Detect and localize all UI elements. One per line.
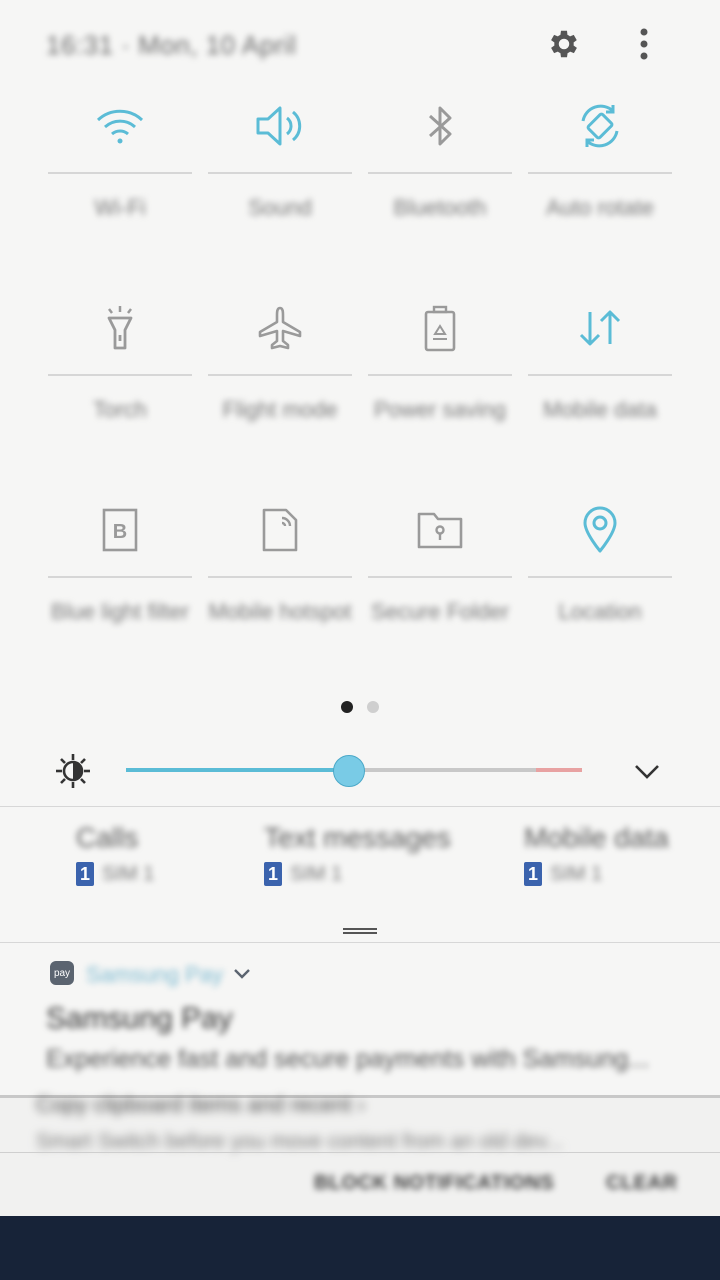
wifi-icon: [48, 90, 192, 162]
torch-icon: [48, 292, 192, 364]
brightness-slider-fill: [126, 768, 349, 772]
notification-text[interactable]: Experience fast and secure payments with…: [46, 1045, 649, 1074]
quick-panel-header: 16:31 · Mon, 10 April: [0, 0, 720, 90]
brightness-slider-thumb[interactable]: [333, 755, 365, 787]
volume-icon: [208, 90, 352, 162]
samsung-pay-app-icon: pay: [50, 961, 74, 985]
second-notification-text[interactable]: Smart Switch before you move content fro…: [36, 1130, 563, 1154]
sim-setting-title: Mobile data: [524, 822, 669, 853]
second-notification-title[interactable]: Copy clipboard items and recent ›: [36, 1092, 365, 1118]
navigation-bar: [0, 1216, 720, 1280]
airplane-icon: [208, 292, 352, 364]
auto-rotate-icon: [528, 90, 672, 162]
notification-title[interactable]: Samsung Pay: [46, 1002, 233, 1036]
notification-app-name: Samsung Pay: [86, 962, 223, 987]
gear-icon[interactable]: [542, 22, 586, 66]
sim-name: SIM 1: [290, 862, 343, 885]
tile-label: Location: [558, 599, 642, 624]
tile-label: Blue light filter: [50, 599, 190, 624]
tile-label: Mobile hotspot: [208, 599, 352, 624]
secure-folder-icon: [368, 494, 512, 566]
sim-card-icon: 1: [264, 862, 282, 886]
more-vert-icon[interactable]: [622, 22, 666, 66]
block-notifications-button[interactable]: BLOCK NOTIFICATIONS: [314, 1172, 554, 1195]
divider: [0, 942, 720, 943]
page-indicator-dot[interactable]: [367, 701, 379, 713]
divider: [0, 1152, 720, 1153]
data-arrows-icon: [528, 292, 672, 364]
page-indicator-dot-active: [341, 701, 353, 713]
tile-label: Secure Folder: [370, 599, 510, 624]
battery-recycle-icon: [368, 292, 512, 364]
divider: [0, 806, 720, 807]
sim-setting-title: Text messages: [264, 822, 451, 853]
sim-name: SIM 1: [102, 862, 155, 885]
svg-text:B: B: [113, 521, 127, 543]
sim-card-icon: 1: [76, 862, 94, 886]
location-pin-icon: [528, 494, 672, 566]
brightness-icon: [54, 752, 92, 790]
chevron-down-icon[interactable]: [630, 754, 664, 788]
sim-calls[interactable]: Calls 1 SIM 1: [76, 822, 154, 886]
tile-label: Flight mode: [222, 397, 338, 422]
clear-button[interactable]: CLEAR: [606, 1172, 677, 1195]
sim-mobile-data[interactable]: Mobile data 1 SIM 1: [524, 822, 669, 886]
bluetooth-icon: [368, 90, 512, 162]
tile-label: Torch: [93, 397, 147, 422]
chevron-down-icon[interactable]: [232, 966, 252, 982]
tile-label: Sound: [248, 195, 312, 220]
tile-label: Power saving: [373, 397, 507, 422]
date-time: 16:31 · Mon, 10 April: [46, 30, 297, 60]
brightness-slider-warning: [536, 768, 582, 772]
tile-label: Mobile data: [543, 397, 657, 422]
sim-text-messages[interactable]: Text messages 1 SIM 1: [264, 822, 451, 886]
tile-label: Auto rotate: [546, 195, 654, 220]
panel-drag-handle[interactable]: [343, 922, 377, 934]
tile-label: Wi-Fi: [94, 195, 146, 220]
tile-label: Bluetooth: [393, 195, 487, 220]
sim-setting-title: Calls: [76, 822, 139, 853]
blue-light-filter-icon: B: [48, 494, 192, 566]
hotspot-icon: [208, 494, 352, 566]
sim-card-icon: 1: [524, 862, 542, 886]
sim-name: SIM 1: [550, 862, 603, 885]
